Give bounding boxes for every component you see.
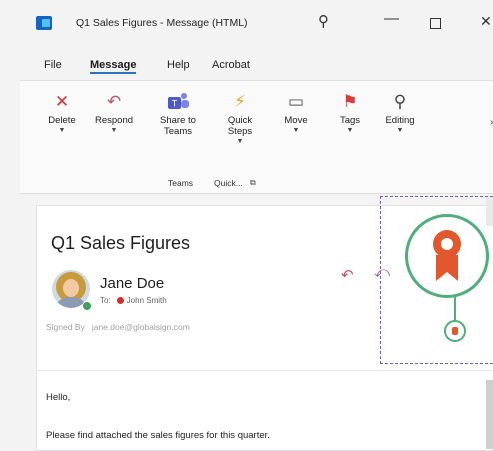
delete-x-icon: ✕: [54, 92, 70, 111]
close-button[interactable]: ✕: [480, 13, 492, 30]
group-label-teams: Teams: [168, 178, 194, 188]
recipient-status-icon: [116, 297, 124, 304]
scrollbar[interactable]: [486, 380, 493, 449]
share-to-teams-button[interactable]: T Share to Teams: [154, 91, 202, 137]
sender-name[interactable]: Jane Doe: [100, 275, 164, 292]
signature-badge[interactable]: [405, 214, 489, 298]
message-subject: Q1 Sales Figures: [51, 233, 191, 253]
dialog-launcher-icon[interactable]: ⧉: [250, 178, 256, 188]
outlook-app-icon: [36, 16, 52, 30]
menu-message[interactable]: Message: [90, 59, 137, 74]
menu-acrobat[interactable]: Acrobat: [212, 59, 250, 71]
flag-icon: ⚑: [342, 92, 358, 111]
search-icon[interactable]: ⚲: [318, 12, 329, 30]
body-text: Please find attached the sales figures f…: [46, 430, 270, 441]
quick-steps-button[interactable]: ⚡ Quick Steps ▼: [216, 91, 264, 145]
signed-by-line: Signed By jane.doe@globalsign.com: [46, 322, 190, 332]
chevron-down-icon: ▼: [58, 127, 66, 134]
menu-file[interactable]: File: [44, 59, 62, 71]
folder-move-icon: ▭: [287, 92, 305, 111]
lightning-icon: ⚡: [234, 92, 246, 111]
signature-lock-icon[interactable]: [444, 320, 466, 342]
search-icon: ⚲: [393, 92, 407, 111]
reply-arrow-icon: ↶: [106, 92, 122, 111]
move-button[interactable]: ▭ Move ▼: [272, 91, 320, 134]
window-title: Q1 Sales Figures - Message (HTML): [76, 17, 248, 29]
delete-button[interactable]: ✕ Delete ▼: [38, 91, 86, 134]
recipient-line: To: John Smith: [100, 296, 167, 305]
respond-button[interactable]: ↶ Respond ▼: [90, 91, 138, 134]
presence-available-icon: [82, 301, 92, 311]
maximize-button[interactable]: [430, 18, 441, 29]
svg-text:T: T: [172, 99, 178, 109]
certificate-ribbon-icon: [433, 230, 461, 281]
chevron-down-icon: ▼: [396, 127, 404, 134]
menu-help[interactable]: Help: [167, 59, 190, 71]
to-label: To:: [100, 296, 111, 305]
chevron-down-icon: ▼: [236, 138, 244, 145]
title-bar: Q1 Sales Figures - Message (HTML) ⚲ — ✕: [0, 0, 493, 46]
recipient-name[interactable]: John Smith: [127, 296, 167, 305]
editing-button[interactable]: ⚲ Editing ▼: [376, 91, 424, 134]
chevron-down-icon: ▼: [346, 127, 354, 134]
tags-button[interactable]: ⚑ Tags ▼: [326, 91, 374, 134]
minimize-button[interactable]: —: [384, 10, 399, 27]
reply-icon[interactable]: ↶: [341, 266, 354, 284]
chevron-down-icon: ▼: [292, 127, 300, 134]
body-greeting: Hello,: [46, 392, 71, 403]
signed-by-email[interactable]: jane.doe@globalsign.com: [92, 322, 190, 332]
menu-bar: File Message Help Acrobat: [0, 46, 493, 76]
badge-connector: [454, 297, 456, 321]
divider: [36, 370, 493, 371]
group-label-quick-steps: Quick...: [214, 178, 243, 188]
chevron-down-icon: ▼: [110, 127, 118, 134]
signed-by-label: Signed By: [46, 322, 85, 332]
teams-icon: T: [154, 91, 202, 113]
ribbon: ✕ Delete ▼ ↶ Respond ▼ T Share to Teams …: [20, 80, 493, 194]
